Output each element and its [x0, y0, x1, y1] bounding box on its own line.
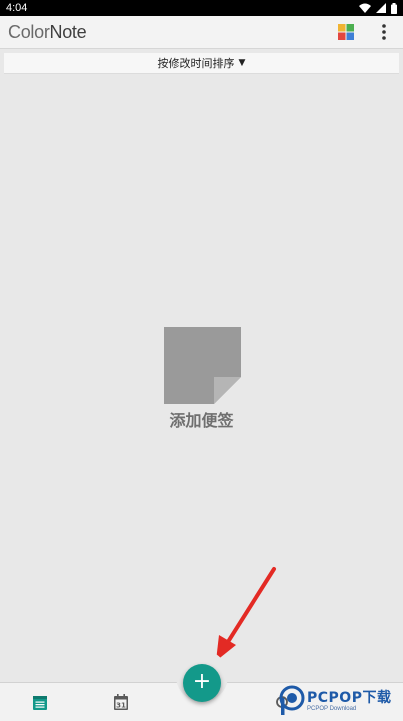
empty-state: 添加便签	[0, 327, 403, 437]
status-bar: 4:04	[0, 0, 403, 16]
sticky-note-icon[interactable]	[164, 327, 241, 404]
app-bar: ColorNote	[0, 16, 403, 49]
app-logo-part1: Color	[8, 22, 50, 42]
calendar-day-label: 31	[116, 702, 126, 710]
app-logo-part2: Note	[49, 22, 87, 42]
battery-icon	[391, 2, 397, 14]
sort-caret-icon: ▼	[238, 57, 246, 68]
calendar-icon[interactable]: 31	[113, 694, 129, 711]
signal-icon	[376, 3, 386, 13]
add-note-label[interactable]: 添加便签	[0, 407, 403, 431]
sort-dropdown[interactable]: 按修改时间排序 ▼	[4, 53, 399, 74]
status-icons	[359, 2, 397, 14]
watermark-subtitle: PCPOP Download	[307, 706, 357, 712]
add-note-fab[interactable]: +	[183, 664, 221, 702]
more-vert-icon[interactable]	[377, 22, 391, 42]
watermark-title: PCPOP下载	[307, 690, 392, 706]
notes-list-icon[interactable]	[32, 695, 48, 711]
palette-icon[interactable]	[338, 24, 354, 40]
app-logo: ColorNote	[8, 21, 87, 43]
watermark: PCPOP下载 PCPOP Download	[278, 684, 403, 718]
pcpop-logo-icon	[279, 685, 305, 715]
plus-icon: +	[192, 669, 212, 694]
annotation-arrow-icon	[216, 567, 276, 661]
status-time: 4:04	[6, 2, 28, 14]
wifi-icon	[359, 3, 371, 13]
sort-label: 按修改时间排序	[157, 57, 235, 70]
